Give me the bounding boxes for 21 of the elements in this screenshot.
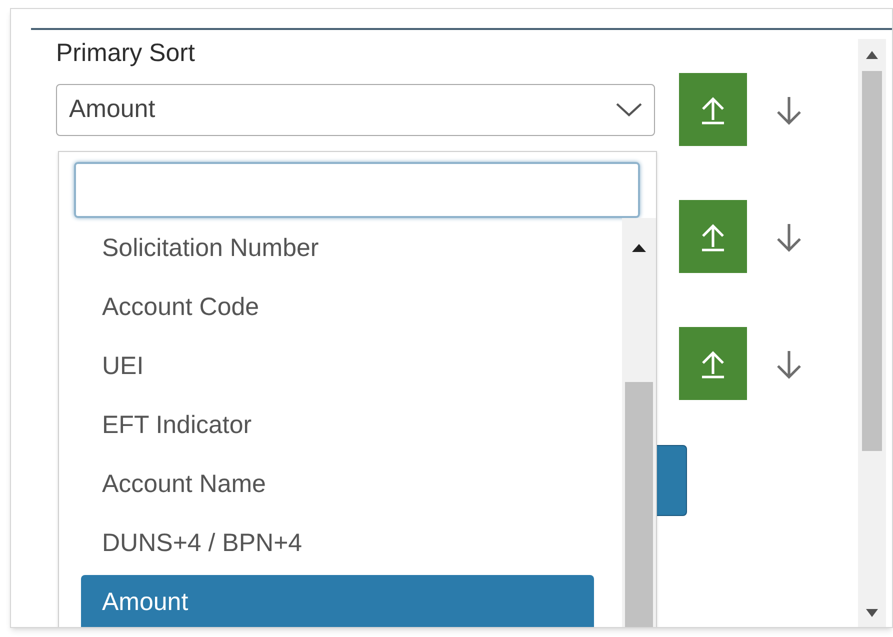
- sort-select[interactable]: Amount: [56, 84, 655, 136]
- dropdown-option[interactable]: UEI: [81, 339, 594, 395]
- dropdown-option[interactable]: Account Name: [81, 457, 594, 513]
- scroll-up-icon[interactable]: [866, 51, 878, 59]
- dropdown-option[interactable]: Solicitation Number: [81, 221, 594, 277]
- section-label: Primary Sort: [56, 38, 196, 69]
- dropdown-option[interactable]: Amount: [81, 575, 594, 627]
- dropdown-option[interactable]: DUNS+4 / BPN+4: [81, 516, 594, 572]
- search-field[interactable]: [74, 162, 640, 218]
- ascending-sort-button[interactable]: [679, 327, 747, 400]
- scroll-down-icon[interactable]: [866, 609, 878, 617]
- list-scrollbar[interactable]: [622, 218, 656, 627]
- scrollbar[interactable]: [858, 39, 886, 627]
- ascending-sort-button[interactable]: [679, 73, 747, 146]
- dropdown-option[interactable]: EFT Indicator: [81, 398, 594, 454]
- scrollbar-thumb[interactable]: [862, 71, 882, 451]
- scrollbar-thumb[interactable]: [625, 382, 653, 627]
- ascending-sort-button[interactable]: [679, 200, 747, 273]
- dropdown-option[interactable]: Account Code: [81, 280, 594, 336]
- chevron-down-icon: [616, 102, 642, 116]
- scroll-up-icon[interactable]: [632, 244, 646, 252]
